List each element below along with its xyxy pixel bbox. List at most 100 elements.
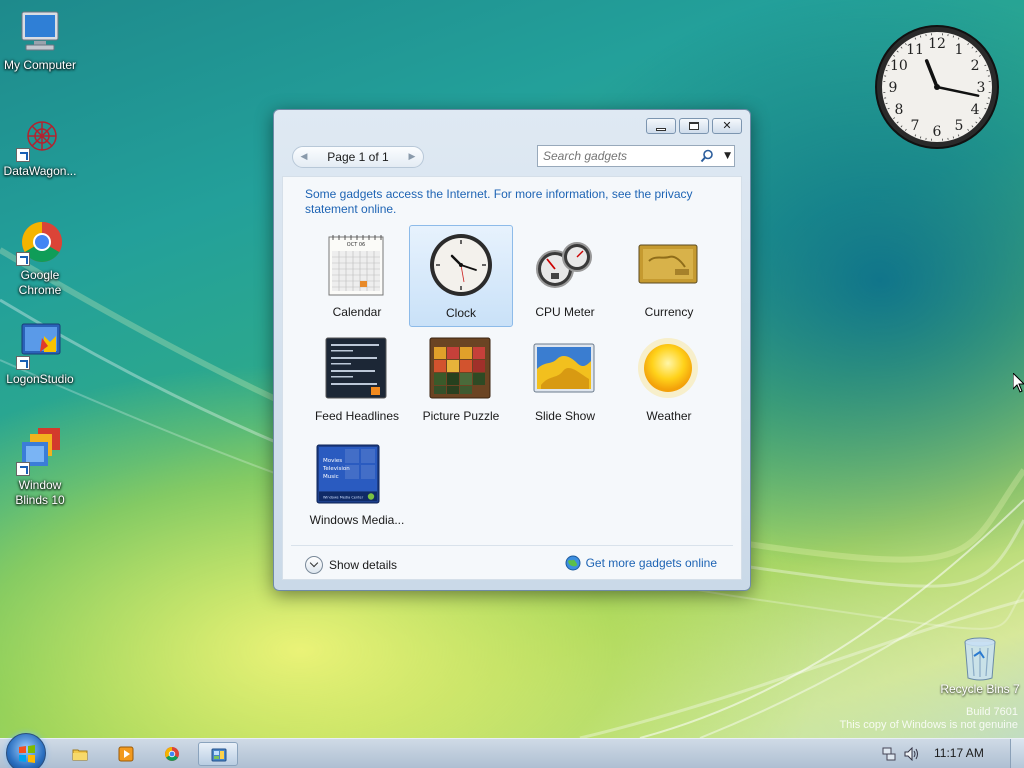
window-controls: ✕: [646, 118, 742, 134]
show-desktop-button[interactable]: [1010, 739, 1024, 768]
search-icon[interactable]: [700, 149, 714, 163]
clock-numeral: 4: [971, 102, 980, 118]
gadget-label: Currency: [644, 305, 694, 319]
gadget-picture-puzzle[interactable]: Picture Puzzle: [409, 329, 513, 431]
clock-numeral: 11: [906, 42, 924, 58]
gadget-cpu-meter[interactable]: CPU Meter: [513, 225, 617, 327]
start-button[interactable]: [6, 733, 46, 768]
clock-numeral: 2: [971, 58, 980, 74]
minimize-button[interactable]: [646, 118, 676, 134]
desktop-clock-gadget[interactable]: 12 12 3 45678 9 1011: [874, 24, 1000, 150]
media-player-icon: [118, 746, 134, 762]
clock-numeral: 12: [928, 36, 946, 52]
gadget-clock[interactable]: Clock: [409, 225, 513, 327]
clock-numeral: 8: [894, 102, 903, 118]
sun-icon: [638, 338, 698, 398]
currency-icon: [638, 244, 698, 284]
gadget-feed-headlines[interactable]: Feed Headlines: [305, 329, 409, 431]
search-input[interactable]: [538, 146, 698, 166]
system-tray: 11:17 AM: [874, 739, 1024, 768]
desktop-icon-label: Google Chrome: [18, 268, 62, 297]
clock-numeral: 3: [977, 80, 986, 96]
minimize-icon: [656, 127, 666, 131]
close-icon: ✕: [722, 119, 732, 132]
mouse-cursor-icon: [1013, 373, 1024, 393]
globe-icon: [565, 555, 581, 571]
desktop-icon-window-blinds[interactable]: Window Blinds 10: [0, 428, 80, 508]
get-more-gadgets-label: Get more gadgets online: [585, 556, 717, 570]
close-button[interactable]: ✕: [712, 118, 742, 134]
slide-show-icon: [533, 343, 595, 393]
clock-icon: [430, 234, 492, 296]
gadget-currency[interactable]: Currency: [617, 225, 721, 327]
gadget-calendar[interactable]: OCT 06 Calendar: [305, 225, 409, 327]
gadget-label: Calendar: [332, 305, 382, 319]
desktop-icon-recycle-bin[interactable]: Recycle Bins 7: [940, 634, 1020, 696]
page-navigator: ◀ Page 1 of 1 ▶: [292, 146, 424, 168]
show-details-button[interactable]: Show details: [305, 555, 397, 575]
chevron-down-icon: [305, 556, 323, 574]
watermark-genuine: This copy of Windows is not genuine: [839, 719, 1018, 731]
windows-media-center-icon: Movies Television Music Windows Media Ce…: [316, 444, 380, 504]
svg-text:Windows Media Center: Windows Media Center: [323, 496, 364, 500]
datawagon-icon: [16, 114, 64, 162]
gadget-weather[interactable]: Weather: [617, 329, 721, 431]
maximize-button[interactable]: [679, 118, 709, 134]
desktop-icon-datawagon[interactable]: DataWagon...: [0, 114, 80, 179]
taskbar-explorer[interactable]: [60, 742, 100, 766]
search-box: ▼: [537, 145, 735, 167]
gadget-label: Clock: [445, 306, 476, 320]
svg-text:Music: Music: [323, 474, 339, 480]
clock-numeral: 10: [890, 58, 908, 74]
taskbar-chrome[interactable]: [152, 742, 192, 766]
gadget-gallery-window: ✕ ◀ Page 1 of 1 ▶ ▼ Some gadgets access …: [273, 109, 751, 591]
clock-numeral: 1: [955, 42, 964, 58]
watermark-build: Build 7601: [966, 706, 1018, 718]
clock-numeral: 6: [933, 124, 942, 140]
network-icon[interactable]: [882, 747, 896, 761]
volume-icon[interactable]: [904, 747, 920, 761]
feed-headlines-icon: [325, 337, 387, 399]
svg-text:Television: Television: [322, 466, 350, 472]
gadget-label: Windows Media...: [309, 513, 405, 527]
taskbar-clock[interactable]: 11:17 AM: [934, 746, 984, 760]
desktop-icon-google-chrome[interactable]: Google Chrome: [0, 218, 80, 298]
cpu-meter-icon: [536, 242, 592, 288]
desktop-icon-label: DataWagon...: [3, 164, 77, 178]
get-more-gadgets-link[interactable]: Get more gadgets online: [565, 555, 717, 571]
chevron-down-icon[interactable]: ▼: [724, 151, 731, 161]
taskbar-gadgets[interactable]: [198, 742, 238, 766]
clock-numeral: 9: [889, 80, 898, 96]
recycle-bin-icon: [964, 637, 996, 681]
gadget-slide-show[interactable]: Slide Show: [513, 329, 617, 431]
picture-puzzle-icon: [429, 337, 491, 399]
desktop-icon-label: Recycle Bins 7: [940, 682, 1020, 696]
svg-text:Movies: Movies: [323, 458, 342, 464]
windowblinds-icon: [16, 428, 64, 476]
gadget-label: CPU Meter: [535, 305, 595, 319]
page-indicator: Page 1 of 1: [327, 150, 389, 164]
taskbar-media-player[interactable]: [106, 742, 146, 766]
shortcut-arrow-icon: [16, 462, 30, 476]
next-page-button[interactable]: ▶: [404, 150, 420, 164]
gadget-label: Slide Show: [534, 409, 596, 423]
show-details-label: Show details: [329, 558, 398, 572]
computer-icon: [16, 8, 64, 56]
gadget-windows-media-center[interactable]: Movies Television Music Windows Media Ce…: [305, 433, 409, 535]
chrome-icon: [165, 747, 179, 761]
desktop-icon-label: Window Blinds 10: [15, 478, 65, 507]
gadget-label: Picture Puzzle: [422, 409, 500, 423]
folder-icon: [72, 749, 88, 761]
maximize-icon: [689, 122, 699, 130]
clock-numeral: 7: [911, 118, 920, 134]
previous-page-button[interactable]: ◀: [296, 150, 312, 164]
calendar-icon: OCT 06: [328, 235, 384, 296]
privacy-notice-link[interactable]: Some gadgets access the Internet. For mo…: [305, 187, 725, 217]
desktop-icon-my-computer[interactable]: My Computer: [0, 8, 80, 73]
desktop-icon-logonstudio[interactable]: LogonStudio: [0, 322, 80, 387]
logonstudio-icon: [16, 322, 64, 370]
shortcut-arrow-icon: [16, 356, 30, 370]
clock-numeral: 5: [955, 118, 964, 134]
footer-divider: [291, 545, 733, 546]
gadget-label: Feed Headlines: [314, 409, 400, 423]
